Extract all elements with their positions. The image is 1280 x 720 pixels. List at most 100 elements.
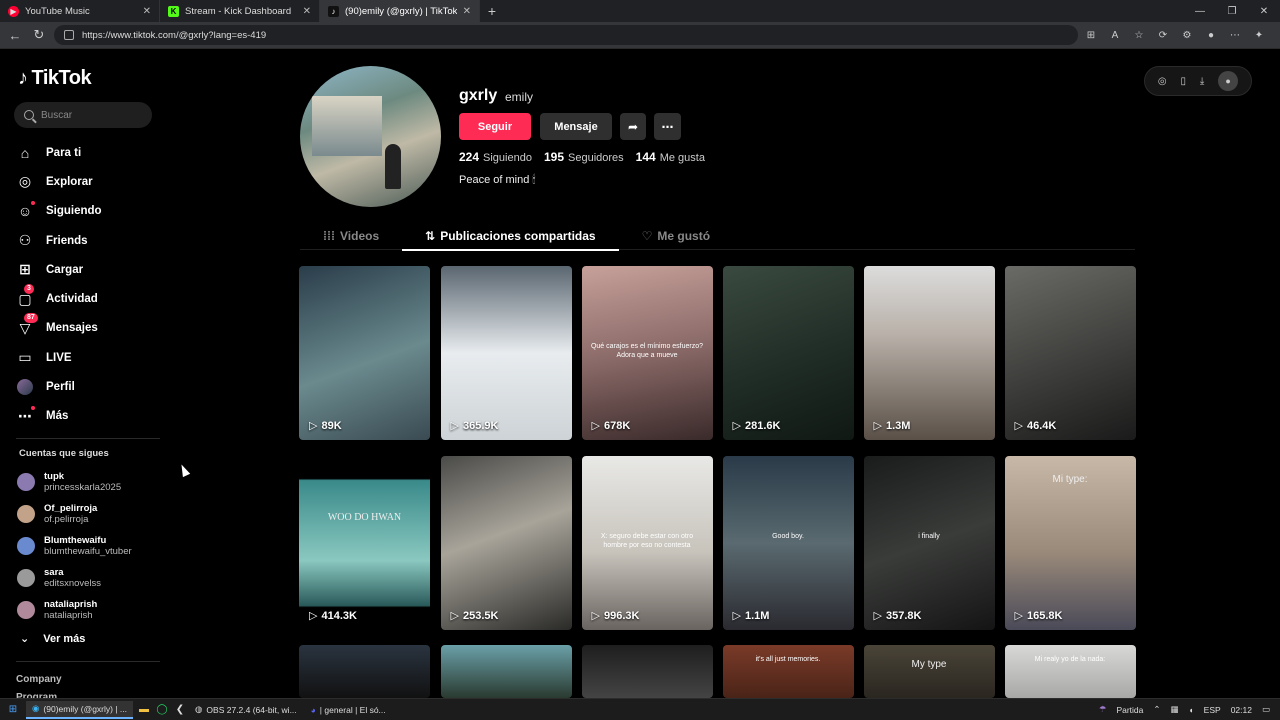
tiktok-logo[interactable]: ♪ TikTok <box>18 67 92 90</box>
account-username: Blumthewaifu <box>44 535 107 546</box>
site-info-icon[interactable] <box>64 30 74 40</box>
more-options-button[interactable]: ⋯ <box>654 113 681 140</box>
network-icon[interactable]: ▦ <box>1171 704 1179 715</box>
video-card[interactable]: X: seguro debe estar con otro hombre por… <box>581 456 713 630</box>
company-link[interactable]: Company <box>16 674 62 685</box>
new-tab-button[interactable]: + <box>480 0 504 22</box>
friends-icon: ⚇ <box>18 232 32 249</box>
close-tab-icon[interactable]: ✕ <box>303 6 311 17</box>
following-account[interactable]: Of_pelirroja of.pelirroja <box>17 498 132 530</box>
follow-button[interactable]: Seguir <box>459 113 531 140</box>
app-icon[interactable]: ⊞ <box>1084 28 1098 42</box>
language-indicator[interactable]: ESP <box>1204 705 1221 715</box>
restore-icon[interactable]: ❐ <box>1216 0 1248 22</box>
video-card[interactable]: Good boy. ▷ 1.1M <box>722 456 854 630</box>
taskbar-item-discord[interactable]: ◕ | general | El só... <box>305 701 392 719</box>
view-count-text: 165.8K <box>1026 609 1063 622</box>
nav-item-cargar[interactable]: ⊞ Cargar <box>16 255 102 284</box>
video-card[interactable] <box>440 645 572 698</box>
close-window-icon[interactable]: ✕ <box>1248 0 1280 22</box>
see-more-button[interactable]: ⌄ Ver más <box>20 632 85 646</box>
minimize-icon[interactable]: — <box>1184 0 1216 22</box>
close-tab-icon[interactable]: ✕ <box>143 6 151 17</box>
extensions-icon[interactable]: ⚙ <box>1180 28 1194 42</box>
profile-nickname: emily <box>505 90 534 104</box>
view-count: ▷ 357.8K <box>874 609 922 623</box>
nav-item-siguiendo[interactable]: ☺ Siguiendo <box>16 197 102 226</box>
device-icon[interactable]: ▯ <box>1180 76 1186 87</box>
video-card[interactable]: i finally ▷ 357.8K <box>863 456 995 630</box>
tray-chevron-icon[interactable]: ⌃ <box>1153 704 1160 715</box>
profile-picture[interactable] <box>300 66 441 207</box>
video-card[interactable]: Qué carajos es el mínimo esfuerzo? Adora… <box>581 266 713 440</box>
taskbar-item-obs[interactable]: ◍ OBS 27.2.4 (64-bit, wi... <box>189 701 303 719</box>
following-account[interactable]: tupk princesskarla2025 <box>17 466 132 498</box>
view-count: ▷ 1.3M <box>874 419 911 433</box>
file-explorer-icon[interactable]: ▬ <box>135 704 153 715</box>
following-account[interactable]: Blumthewaifu blumthewaifu_vtuber <box>17 530 132 562</box>
bookmark-star-icon[interactable]: ☆ <box>1132 28 1146 42</box>
nav-item-friends[interactable]: ⚇ Friends <box>16 226 102 255</box>
share-button[interactable]: ➦ <box>620 113 646 140</box>
download-icon[interactable]: ⤓ <box>1200 76 1204 87</box>
nav-label: Friends <box>46 234 88 247</box>
user-avatar[interactable]: ● <box>1218 71 1239 91</box>
copilot-icon[interactable]: ✦ <box>1252 28 1266 42</box>
nav-item-mas[interactable]: ⋯ Más <box>16 402 102 431</box>
video-card[interactable] <box>581 645 713 698</box>
windows-start-icon[interactable]: ⊞ <box>0 704 26 715</box>
video-card[interactable]: ▷ 89K <box>299 266 430 440</box>
back-icon[interactable]: ← <box>6 26 24 44</box>
video-card[interactable]: ▷ 281.6K <box>722 266 854 440</box>
following-account[interactable]: nataliaprish nataliaprish <box>17 594 132 626</box>
search-box[interactable] <box>14 102 152 128</box>
browser-tab[interactable]: ▶ YouTube Music ✕ <box>0 0 160 22</box>
nav-item-perfil[interactable]: Perfil <box>16 372 102 401</box>
message-button[interactable]: Mensaje <box>540 113 612 140</box>
tab-liked[interactable]: ♡ Me gustó <box>619 222 733 250</box>
video-card[interactable]: ▷ 1.3M <box>863 266 995 440</box>
browser-tab-active[interactable]: ♪ (90)emily (@gxrly) | TikTok ✕ <box>320 0 480 22</box>
following-account[interactable]: sara editsxnovelss <box>17 562 132 594</box>
followers-stat[interactable]: 195 Seguidores <box>544 150 624 164</box>
tab-videos[interactable]: ⁞⁞⁞ Videos <box>300 222 402 250</box>
nav-label: Más <box>46 410 69 423</box>
video-card[interactable]: ▷ 253.5K <box>440 456 572 630</box>
video-card[interactable]: My type <box>863 645 995 698</box>
browser-tab[interactable]: K Stream - Kick Dashboard ✕ <box>160 0 320 22</box>
video-card[interactable] <box>299 645 430 698</box>
refresh-extension-icon[interactable]: ⟳ <box>1156 28 1170 42</box>
nav-item-mensajes[interactable]: ▽ 87 Mensajes <box>16 313 102 343</box>
reload-icon[interactable]: ↻ <box>30 26 48 44</box>
video-card[interactable]: ▷ 46.4K <box>1004 266 1136 440</box>
coins-icon[interactable]: ◎ <box>1158 76 1167 87</box>
followers-label: Seguidores <box>568 152 624 164</box>
url-field[interactable]: https://www.tiktok.com/@gxrly?lang=es-41… <box>54 25 1078 45</box>
tab-reposts[interactable]: ⇅ Publicaciones compartidas <box>402 222 620 251</box>
menu-icon[interactable]: ⋯ <box>1228 28 1242 42</box>
clock[interactable]: 02:12 <box>1231 705 1252 715</box>
taskbar-label: (90)emily (@gxrly) | ... <box>43 703 127 714</box>
video-card[interactable]: ▷ 365.9K <box>440 266 572 440</box>
translate-icon[interactable]: A <box>1108 28 1122 42</box>
nav-item-live[interactable]: ▭ LIVE <box>16 343 102 372</box>
app-icon[interactable]: ❮ <box>171 704 189 715</box>
volume-icon[interactable]: ◖ <box>1189 705 1194 715</box>
weather-label[interactable]: Partida <box>1116 705 1143 715</box>
following-stat[interactable]: 224 Siguiendo <box>459 150 532 164</box>
video-card[interactable]: Mi realy yo de la nada: <box>1004 645 1136 698</box>
search-input[interactable] <box>41 109 141 121</box>
close-tab-icon[interactable]: ✕ <box>463 6 471 17</box>
share-icon: ➦ <box>627 119 639 134</box>
whatsapp-icon[interactable]: ◯ <box>153 704 171 715</box>
taskbar-item-browser[interactable]: ◉ (90)emily (@gxrly) | ... <box>26 700 133 719</box>
nav-item-explorar[interactable]: ◎ Explorar <box>16 167 102 196</box>
view-count: ▷ 678K <box>592 419 631 433</box>
profile-icon[interactable]: ● <box>1204 28 1218 42</box>
nav-item-actividad[interactable]: ▢ 3 Actividad <box>16 284 102 313</box>
notifications-icon[interactable]: ▭ <box>1262 704 1270 715</box>
video-card[interactable]: Mi type: ▷ 165.8K <box>1004 456 1136 630</box>
nav-item-para-ti[interactable]: ⌂ Para ti <box>16 138 102 167</box>
video-card[interactable]: it's all just memories. <box>722 645 854 698</box>
video-card[interactable]: WOO DO HWAN ▷ 414.3K <box>299 456 430 630</box>
